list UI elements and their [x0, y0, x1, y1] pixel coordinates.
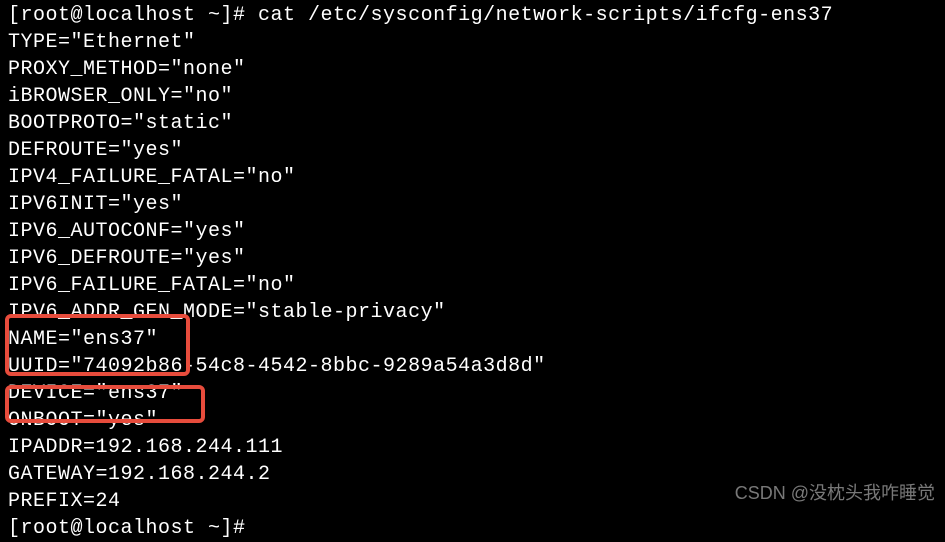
- config-line-uuid: UUID="74092b86-54c8-4542-8bbc-9289a54a3d…: [8, 353, 937, 380]
- terminal-command-line: [root@localhost ~]# cat /etc/sysconfig/n…: [8, 2, 937, 29]
- config-line-defroute: DEFROUTE="yes": [8, 137, 937, 164]
- config-line-type: TYPE="Ethernet": [8, 29, 937, 56]
- config-line-ipv6-autoconf: IPV6_AUTOCONF="yes": [8, 218, 937, 245]
- config-line-bootproto: BOOTPROTO="static": [8, 110, 937, 137]
- config-line-proxy-method: PROXY_METHOD="none": [8, 56, 937, 83]
- config-line-ipv6-failure: IPV6_FAILURE_FATAL="no": [8, 272, 937, 299]
- terminal-prompt[interactable]: [root@localhost ~]#: [8, 515, 937, 542]
- config-line-ipaddr: IPADDR=192.168.244.111: [8, 434, 937, 461]
- config-line-onboot: ONBOOT="yes": [8, 407, 937, 434]
- config-line-ipv4-failure: IPV4_FAILURE_FATAL="no": [8, 164, 937, 191]
- csdn-watermark: CSDN @没枕头我咋睡觉: [735, 481, 935, 505]
- config-line-ipv6init: IPV6INIT="yes": [8, 191, 937, 218]
- config-line-device: DEVICE="ens37": [8, 380, 937, 407]
- config-line-name: NAME="ens37": [8, 326, 937, 353]
- config-line-ipv6-defroute: IPV6_DEFROUTE="yes": [8, 245, 937, 272]
- config-line-ipv6-addr-gen: IPV6_ADDR_GEN_MODE="stable-privacy": [8, 299, 937, 326]
- config-line-browser-only: iBROWSER_ONLY="no": [8, 83, 937, 110]
